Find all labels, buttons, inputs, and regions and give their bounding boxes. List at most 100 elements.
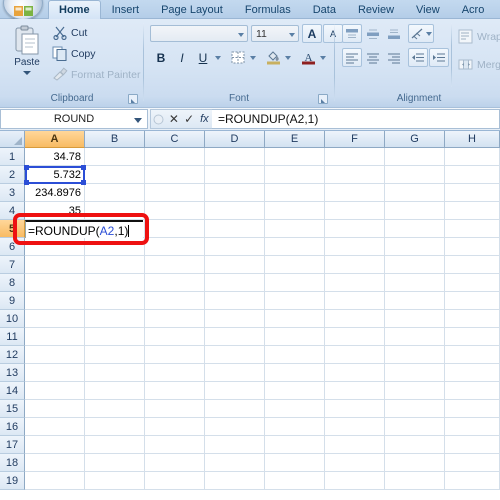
paste-button[interactable]: Paste — [8, 23, 46, 87]
row-header-12[interactable]: 12 — [0, 346, 25, 364]
cell-A8[interactable] — [25, 274, 85, 292]
cell-G2[interactable] — [385, 166, 445, 184]
cell-F12[interactable] — [325, 346, 385, 364]
cell-G4[interactable] — [385, 202, 445, 220]
row-header-6[interactable]: 6 — [0, 238, 25, 256]
cell-H14[interactable] — [445, 382, 500, 400]
cell-C15[interactable] — [145, 400, 205, 418]
cell-A10[interactable] — [25, 310, 85, 328]
cell-B13[interactable] — [85, 364, 145, 382]
cell-F16[interactable] — [325, 418, 385, 436]
select-all-button[interactable] — [0, 131, 25, 148]
formula-input[interactable]: =ROUNDUP(A2,1) — [212, 109, 500, 129]
cell-C14[interactable] — [145, 382, 205, 400]
row-header-14[interactable]: 14 — [0, 382, 25, 400]
cell-E18[interactable] — [265, 454, 325, 472]
column-header-F[interactable]: F — [325, 131, 385, 148]
cell-B9[interactable] — [85, 292, 145, 310]
cell-C9[interactable] — [145, 292, 205, 310]
cell-C19[interactable] — [145, 472, 205, 490]
borders-dropdown-caret[interactable] — [247, 48, 257, 67]
row-header-8[interactable]: 8 — [0, 274, 25, 292]
wrap-text-button[interactable]: Wrap — [458, 28, 500, 45]
office-button[interactable] — [3, 0, 43, 20]
cell-A9[interactable] — [25, 292, 85, 310]
cell-editor-a5[interactable]: =ROUNDUP(A2,1) — [25, 220, 143, 238]
cell-B12[interactable] — [85, 346, 145, 364]
cell-G1[interactable] — [385, 148, 445, 166]
cell-D4[interactable] — [205, 202, 265, 220]
cell-H15[interactable] — [445, 400, 500, 418]
tab-acro[interactable]: Acro — [451, 0, 496, 19]
cell-H4[interactable] — [445, 202, 500, 220]
row-header-2[interactable]: 2 — [0, 166, 25, 184]
cell-E11[interactable] — [265, 328, 325, 346]
enter-formula-button[interactable]: ✓ — [182, 110, 197, 128]
cell-D15[interactable] — [205, 400, 265, 418]
row-header-13[interactable]: 13 — [0, 364, 25, 382]
cell-F3[interactable] — [325, 184, 385, 202]
increase-indent-button[interactable] — [429, 48, 449, 67]
cell-D2[interactable] — [205, 166, 265, 184]
tab-home[interactable]: Home — [48, 0, 101, 19]
cell-E1[interactable] — [265, 148, 325, 166]
font-size-input[interactable]: 11 — [251, 25, 299, 42]
cell-F15[interactable] — [325, 400, 385, 418]
cell-F10[interactable] — [325, 310, 385, 328]
cell-E19[interactable] — [265, 472, 325, 490]
cell-A19[interactable] — [25, 472, 85, 490]
align-right-button[interactable] — [384, 48, 404, 67]
column-header-H[interactable]: H — [445, 131, 500, 148]
cell-B8[interactable] — [85, 274, 145, 292]
cell-A2[interactable]: 5.732 — [25, 166, 85, 184]
cell-B16[interactable] — [85, 418, 145, 436]
cell-A3[interactable]: 234.8976 — [25, 184, 85, 202]
cell-D11[interactable] — [205, 328, 265, 346]
align-middle-button[interactable] — [363, 24, 383, 43]
cell-B3[interactable] — [85, 184, 145, 202]
cell-B19[interactable] — [85, 472, 145, 490]
cell-B1[interactable] — [85, 148, 145, 166]
cell-C12[interactable] — [145, 346, 205, 364]
cell-B11[interactable] — [85, 328, 145, 346]
cell-E8[interactable] — [265, 274, 325, 292]
cell-G11[interactable] — [385, 328, 445, 346]
insert-function-button[interactable]: fx — [197, 110, 212, 128]
cell-A14[interactable] — [25, 382, 85, 400]
cell-B7[interactable] — [85, 256, 145, 274]
cell-C17[interactable] — [145, 436, 205, 454]
tab-insert[interactable]: Insert — [101, 0, 151, 19]
cell-F13[interactable] — [325, 364, 385, 382]
cell-H16[interactable] — [445, 418, 500, 436]
row-header-3[interactable]: 3 — [0, 184, 25, 202]
cell-C1[interactable] — [145, 148, 205, 166]
cell-C11[interactable] — [145, 328, 205, 346]
cell-F18[interactable] — [325, 454, 385, 472]
cell-E17[interactable] — [265, 436, 325, 454]
cell-A12[interactable] — [25, 346, 85, 364]
cell-B15[interactable] — [85, 400, 145, 418]
cell-H10[interactable] — [445, 310, 500, 328]
row-header-4[interactable]: 4 — [0, 202, 25, 220]
cell-D17[interactable] — [205, 436, 265, 454]
column-header-C[interactable]: C — [145, 131, 205, 148]
cell-F8[interactable] — [325, 274, 385, 292]
cell-A1[interactable]: 34.78 — [25, 148, 85, 166]
underline-button[interactable]: U — [193, 48, 213, 67]
cell-G17[interactable] — [385, 436, 445, 454]
borders-button[interactable] — [228, 48, 248, 67]
cell-G18[interactable] — [385, 454, 445, 472]
font-size-caret-icon[interactable] — [289, 33, 295, 37]
cell-C4[interactable] — [145, 202, 205, 220]
cell-F17[interactable] — [325, 436, 385, 454]
fill-color-dropdown-caret[interactable] — [282, 48, 292, 67]
cell-E12[interactable] — [265, 346, 325, 364]
cell-G9[interactable] — [385, 292, 445, 310]
row-header-19[interactable]: 19 — [0, 472, 25, 490]
cell-D12[interactable] — [205, 346, 265, 364]
cell-C7[interactable] — [145, 256, 205, 274]
cell-D1[interactable] — [205, 148, 265, 166]
tab-data[interactable]: Data — [302, 0, 347, 19]
row-header-18[interactable]: 18 — [0, 454, 25, 472]
cell-D8[interactable] — [205, 274, 265, 292]
